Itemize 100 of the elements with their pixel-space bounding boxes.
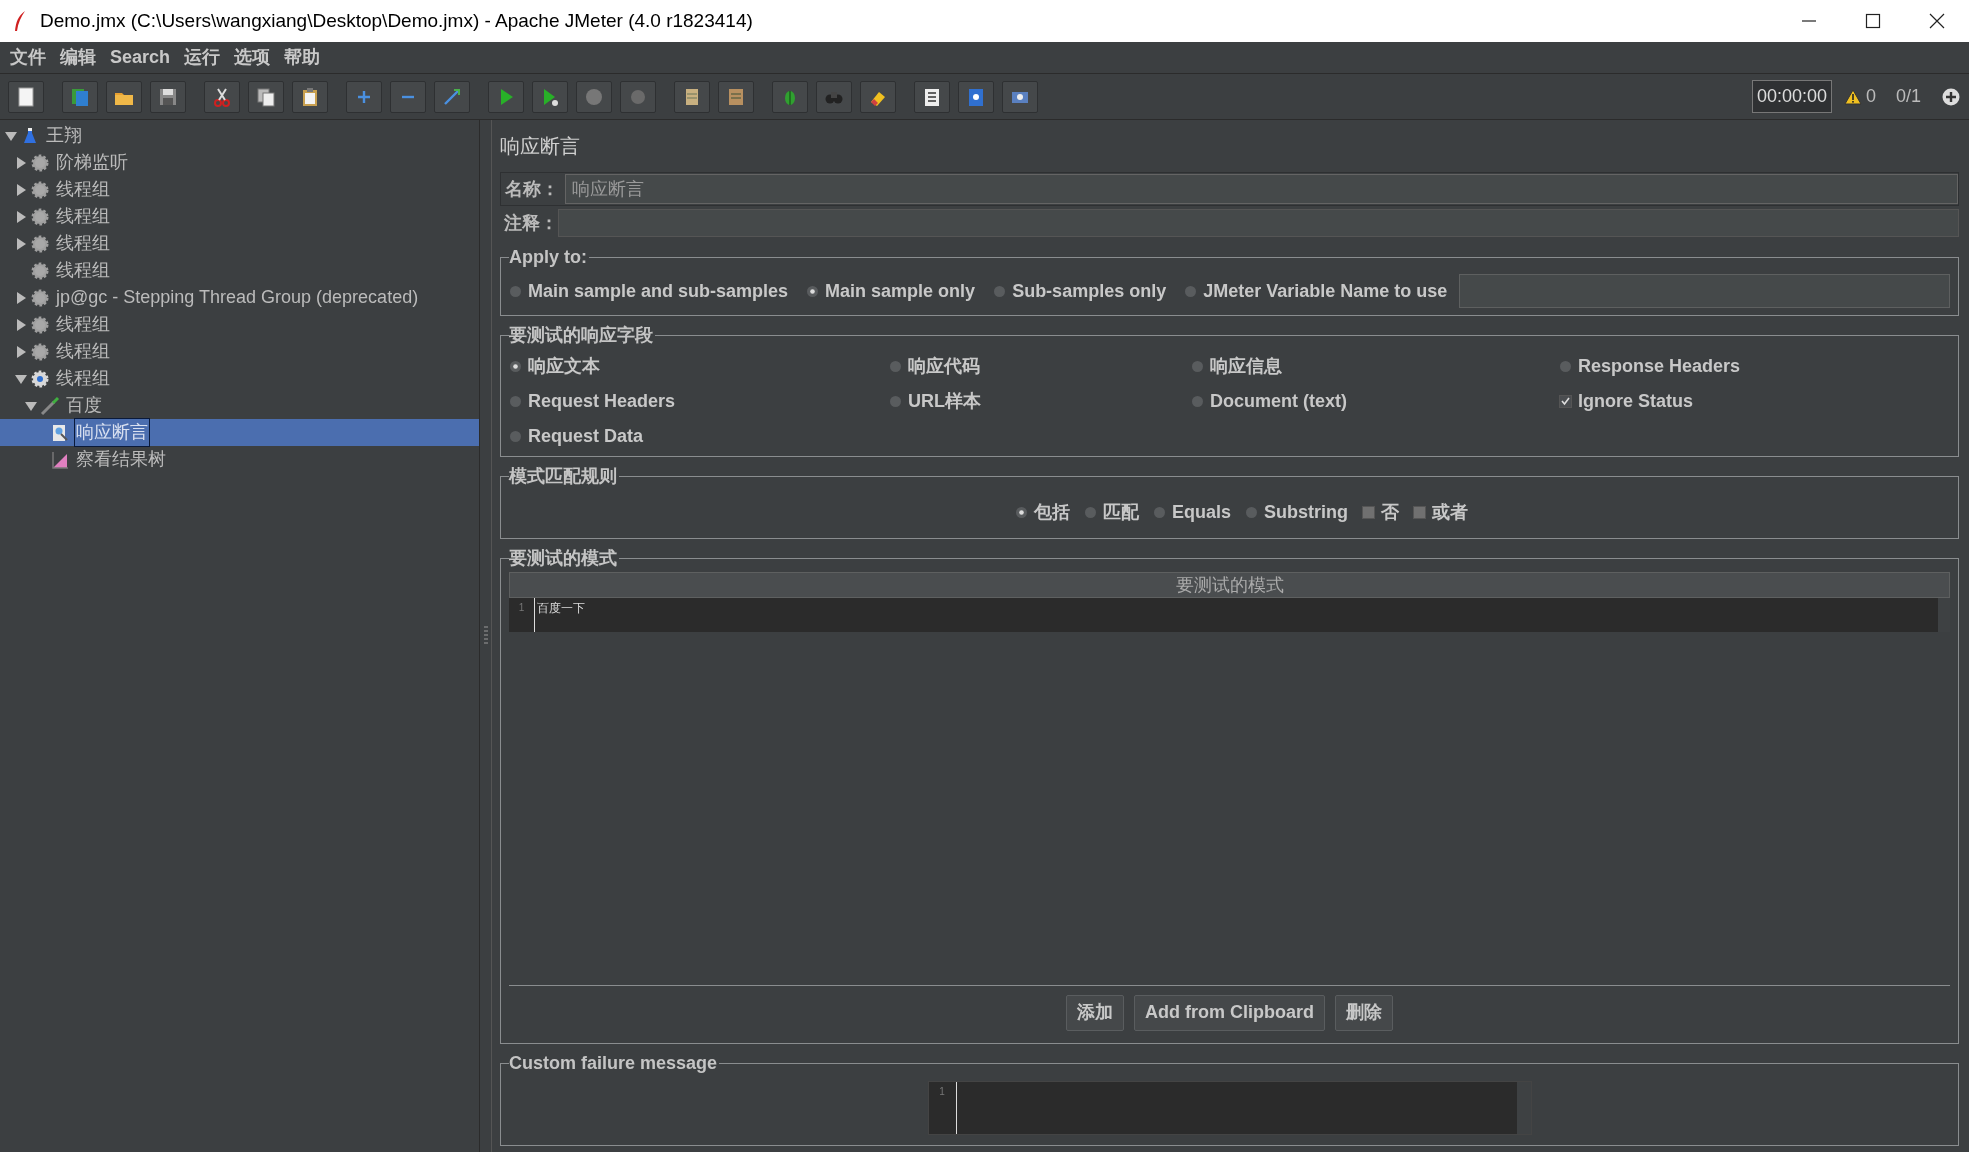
option-label[interactable]: Equals <box>1172 498 1231 526</box>
comment-field[interactable] <box>558 209 1959 237</box>
option-label[interactable]: URL样本 <box>908 388 981 415</box>
expand-arrow-icon[interactable] <box>14 317 28 332</box>
tree-item[interactable]: 线程组 <box>54 310 112 339</box>
tree-row[interactable]: 响应断言 <box>0 419 479 446</box>
expand-arrow-icon[interactable] <box>14 290 28 305</box>
group-title: Apply to: <box>509 246 588 269</box>
radio-button[interactable] <box>806 284 820 298</box>
radio-button[interactable] <box>1191 360 1204 373</box>
maximize-icon[interactable] <box>1865 13 1881 29</box>
group-title: Custom failure message <box>509 1052 719 1075</box>
radio-button[interactable] <box>889 360 902 373</box>
tree-item[interactable]: 响应断言 <box>74 418 150 447</box>
column-header: 要测试的模式 <box>509 572 1950 598</box>
radio-button[interactable] <box>509 360 522 373</box>
page-icon <box>15 85 37 108</box>
tree-item[interactable]: 阶梯监听 <box>54 148 130 177</box>
option-label[interactable]: JMeter Variable Name to use <box>1203 277 1448 305</box>
line-number: 1 <box>928 1082 957 1134</box>
toolbar-button[interactable] <box>8 80 44 113</box>
checkbox[interactable] <box>1362 505 1375 519</box>
pattern-text[interactable]: 百度一下 <box>535 598 1938 632</box>
radio-button[interactable] <box>1245 505 1258 519</box>
radio-button[interactable] <box>1559 360 1572 373</box>
tree-item[interactable]: jp@gc - Stepping Thread Group (deprecated) <box>54 283 421 312</box>
menu-item[interactable]: 选项 <box>232 44 273 71</box>
toolbar-button[interactable] <box>860 80 896 113</box>
close-icon[interactable] <box>1929 13 1945 29</box>
radio-button[interactable] <box>509 284 522 298</box>
option-label[interactable]: 响应代码 <box>908 353 980 380</box>
splitter-grip-icon[interactable] <box>482 625 489 647</box>
menu-item[interactable]: 运行 <box>182 44 223 71</box>
message-editor[interactable]: 1 <box>927 1081 1532 1135</box>
option-label[interactable]: 否 <box>1381 498 1399 526</box>
option-label[interactable]: Ignore Status <box>1578 388 1693 415</box>
expand-arrow-icon[interactable] <box>14 344 28 359</box>
expand-arrow-icon[interactable] <box>14 182 28 197</box>
scrollbar[interactable] <box>1516 1082 1531 1134</box>
option-label[interactable]: 或者 <box>1432 498 1468 526</box>
radio-button[interactable] <box>993 284 1007 298</box>
menu-item[interactable]: 帮助 <box>282 44 323 71</box>
toolbar-button[interactable] <box>1002 80 1038 113</box>
option-label[interactable]: Request Data <box>528 423 644 450</box>
tree-item[interactable]: 百度 <box>64 391 104 420</box>
expand-arrow-icon[interactable] <box>14 236 28 251</box>
globe-plus-icon[interactable] <box>1941 86 1961 107</box>
option-label[interactable]: 响应信息 <box>1210 353 1282 380</box>
radio-button[interactable] <box>1153 505 1166 519</box>
toolbar-button[interactable] <box>532 80 568 113</box>
option-label[interactable]: Request Headers <box>528 388 676 415</box>
radio-button[interactable] <box>1191 395 1204 408</box>
window-title: Demo.jmx (C:\Users\wangxiang\Desktop\Demo.jmx) - Apache JMeter (4.0 r1823414) <box>40 8 753 33</box>
radio-button[interactable] <box>1084 505 1097 519</box>
radio-button[interactable] <box>509 395 522 408</box>
toolbar-button[interactable] <box>106 80 142 113</box>
expand-arrow-icon[interactable] <box>14 209 28 224</box>
option-label[interactable]: Substring <box>1264 498 1348 526</box>
tree-item[interactable]: 线程组 <box>54 202 112 231</box>
radio-button[interactable] <box>509 430 522 443</box>
toolbar-button[interactable] <box>292 80 328 113</box>
checkbox[interactable] <box>1413 505 1426 519</box>
radio-button[interactable] <box>1015 505 1028 519</box>
option-label[interactable]: 包括 <box>1034 498 1070 526</box>
menu-item[interactable]: 编辑 <box>58 44 98 71</box>
group-title: 要测试的响应字段 <box>509 324 654 347</box>
toolbar-button[interactable] <box>674 80 710 113</box>
action-button[interactable]: 删除 <box>1335 994 1393 1031</box>
radio-button[interactable] <box>889 395 902 408</box>
expand-arrow-icon[interactable] <box>14 155 28 170</box>
tree-item[interactable]: 线程组 <box>54 175 112 204</box>
tree-item[interactable]: 线程组 <box>54 337 112 366</box>
option-label[interactable]: Sub-samples only <box>1012 277 1167 305</box>
toolbar-button[interactable] <box>248 80 284 113</box>
option-label[interactable]: 匹配 <box>1103 498 1139 526</box>
toolbar-button[interactable] <box>150 80 186 113</box>
tree-item[interactable]: 线程组 <box>54 256 112 285</box>
option-label[interactable]: Main sample only <box>825 277 976 305</box>
variable-name-field[interactable] <box>1459 274 1950 308</box>
toolbar-button[interactable] <box>914 80 950 113</box>
tree-item[interactable]: 王翔 <box>44 121 84 150</box>
option-label[interactable]: 响应文本 <box>528 353 600 380</box>
option-label[interactable]: Document (text) <box>1210 388 1347 415</box>
tree-item[interactable]: 线程组 <box>54 229 112 258</box>
radio-button[interactable] <box>1184 284 1198 298</box>
gear-icon <box>30 368 50 389</box>
warning-count: 0 <box>1865 85 1876 108</box>
toolbar-button[interactable] <box>958 80 994 113</box>
menu-item[interactable]: 文件 <box>8 44 48 71</box>
action-button[interactable]: Add from Clipboard <box>1134 994 1325 1031</box>
minus-icon <box>401 94 415 99</box>
option-label[interactable]: Main sample and sub-samples <box>528 277 789 305</box>
name-field[interactable]: 响应断言 <box>565 174 1958 204</box>
option-label[interactable]: Response Headers <box>1578 353 1741 380</box>
toolbar-button[interactable] <box>204 80 240 113</box>
action-button[interactable]: 添加 <box>1066 994 1124 1031</box>
menu-item[interactable]: Search <box>108 44 173 71</box>
tree-item[interactable]: 线程组 <box>54 364 112 393</box>
checkbox[interactable] <box>1559 395 1572 408</box>
tree-item[interactable]: 察看结果树 <box>74 445 168 474</box>
